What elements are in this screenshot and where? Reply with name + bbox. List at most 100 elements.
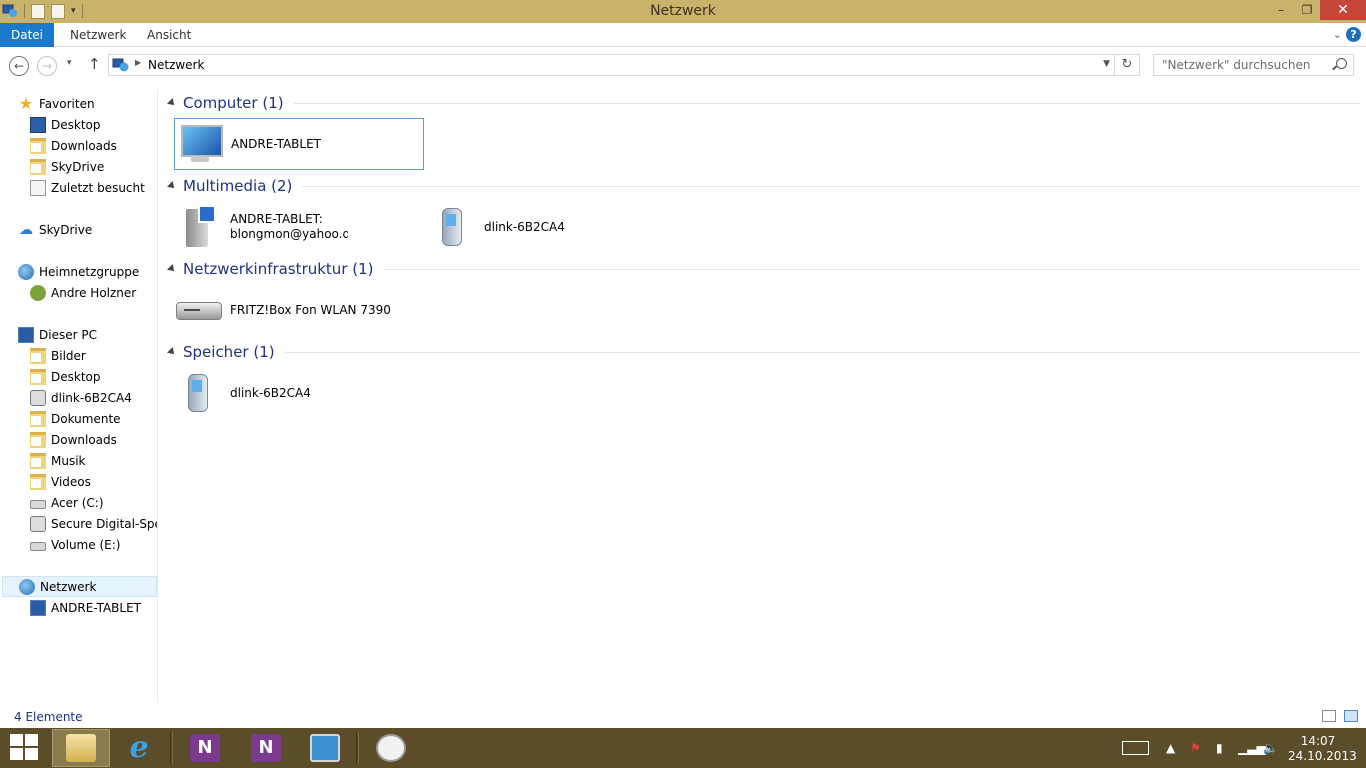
help-icon[interactable]: ? [1346, 27, 1361, 42]
sidebar-item-recent[interactable]: Zuletzt besucht [30, 177, 157, 198]
navigation-bar: ← → ▾ ↑ ▶ Netzwerk ▼ ↻ [0, 48, 1366, 82]
network-device-icon [30, 389, 46, 406]
sidebar-item-videos[interactable]: Videos [30, 471, 157, 492]
windows-logo-icon [25, 734, 38, 746]
taskbar-file-explorer[interactable] [52, 729, 110, 767]
show-hidden-icons-icon[interactable]: ▲ [1166, 741, 1175, 755]
title-bar: ▾ Netzwerk – ❐ ✕ [0, 0, 1366, 23]
clock[interactable]: 14:07 24.10.2013 [1288, 734, 1357, 764]
address-bar[interactable]: ▶ Netzwerk ▼ [108, 54, 1115, 76]
search-input[interactable] [1154, 55, 1324, 75]
skydrive-folder-icon [30, 158, 46, 175]
details-view-icon[interactable] [1322, 710, 1336, 722]
sidebar-item-this-pc[interactable]: Dieser PC [18, 324, 158, 345]
group-divider [284, 351, 1360, 353]
collapse-group-icon[interactable] [167, 98, 177, 108]
search-box[interactable] [1153, 54, 1354, 76]
taskbar-clock-app[interactable] [362, 729, 420, 767]
taskbar-onenote-clipper[interactable]: N [176, 729, 234, 767]
windows-logo-icon [25, 748, 38, 760]
internet-explorer-icon: e [129, 730, 149, 765]
tab-network[interactable]: Netzwerk [58, 23, 138, 47]
taskbar-divider [170, 732, 173, 764]
breadcrumb-separator-icon[interactable]: ▶ [135, 58, 141, 67]
network-item-dlink-storage[interactable]: dlink-6B2CA4 [174, 367, 424, 419]
sidebar-item-favorites[interactable]: ★ Favoriten [18, 93, 158, 114]
back-button[interactable]: ← [9, 56, 29, 76]
sidebar-item-network[interactable]: Netzwerk [2, 576, 157, 597]
user-icon [30, 284, 46, 301]
sidebar-item-drive-c[interactable]: Acer (C:) [30, 492, 157, 513]
network-signal-icon[interactable]: ▁▃▅ [1238, 741, 1266, 755]
minimize-button[interactable]: – [1268, 0, 1294, 20]
media-server-icon [174, 203, 222, 251]
group-header-multimedia[interactable]: Multimedia (2) [166, 175, 1360, 197]
tab-view[interactable]: Ansicht [135, 23, 203, 47]
group-header-computer[interactable]: Computer (1) [166, 92, 1360, 114]
restore-button[interactable]: ❐ [1294, 0, 1320, 20]
recent-locations-dropdown-icon[interactable]: ▾ [67, 58, 72, 68]
sidebar-item-volume-e[interactable]: Volume (E:) [30, 534, 157, 555]
sidebar-item-downloads[interactable]: Downloads [30, 135, 157, 156]
tab-file[interactable]: Datei [0, 23, 54, 47]
close-button[interactable]: ✕ [1320, 0, 1366, 20]
computer-icon [175, 120, 223, 168]
taskbar-onenote[interactable]: N [237, 729, 295, 767]
taskbar-control-panel[interactable] [296, 729, 354, 767]
forward-button[interactable]: → [37, 56, 57, 76]
pictures-folder-icon [30, 347, 46, 364]
sidebar-item-desktop[interactable]: Desktop [30, 114, 157, 135]
network-item-andre-tablet[interactable]: ANDRE-TABLET [174, 118, 424, 170]
router-icon [174, 286, 222, 334]
collapse-group-icon[interactable] [167, 264, 177, 274]
up-button[interactable]: ↑ [88, 55, 101, 73]
breadcrumb[interactable]: Netzwerk [148, 58, 204, 72]
computer-icon [18, 326, 34, 343]
sidebar-item-documents[interactable]: Dokumente [30, 408, 157, 429]
homegroup-icon [18, 263, 34, 280]
status-bar: 4 Elemente [0, 706, 1366, 728]
address-dropdown-icon[interactable]: ▼ [1103, 59, 1110, 69]
collapse-group-icon[interactable] [167, 181, 177, 191]
battery-icon[interactable]: ▮ [1216, 741, 1223, 755]
storage-device-icon [174, 369, 222, 417]
sidebar-item-homegroup[interactable]: Heimnetzgruppe [18, 261, 158, 282]
sidebar-item-dlink[interactable]: dlink-6B2CA4 [30, 387, 157, 408]
start-button[interactable] [10, 734, 40, 762]
control-panel-icon [310, 734, 340, 762]
group-header-storage[interactable]: Speicher (1) [166, 341, 1360, 363]
sidebar-item-pictures[interactable]: Bilder [30, 345, 157, 366]
computer-icon [30, 599, 46, 616]
collapse-group-icon[interactable] [167, 347, 177, 357]
touch-keyboard-icon[interactable] [1122, 741, 1149, 755]
large-icons-view-icon[interactable] [1344, 710, 1358, 722]
star-icon: ★ [18, 93, 34, 113]
action-center-icon[interactable]: ⚑ [1190, 741, 1201, 755]
sidebar-item-andre-holzner[interactable]: Andre Holzner [30, 282, 157, 303]
sidebar-item-skydrive-favorite[interactable]: SkyDrive [30, 156, 157, 177]
group-divider [383, 268, 1360, 270]
sidebar-item-music[interactable]: Musik [30, 450, 157, 471]
content-area: Computer (1) ANDRE-TABLET Multimedia (2)… [166, 90, 1366, 702]
downloads-folder-icon [30, 137, 46, 154]
search-icon[interactable] [1336, 58, 1347, 69]
sidebar-item-sd-card[interactable]: Secure Digital-Speicher [30, 513, 157, 534]
media-item-label: ANDRE-TABLET: blongmon@yahoo.de: [230, 212, 348, 241]
sidebar-item-desktop-pc[interactable]: Desktop [30, 366, 157, 387]
sidebar-item-downloads-pc[interactable]: Downloads [30, 429, 157, 450]
network-item-fritzbox[interactable]: FRITZ!Box Fon WLAN 7390 [174, 284, 424, 336]
group-divider [302, 185, 1360, 187]
sd-card-icon [30, 515, 46, 532]
cloud-icon: ☁ [19, 221, 33, 238]
sidebar-item-andre-tablet[interactable]: ANDRE-TABLET [30, 597, 157, 618]
volume-icon[interactable]: 🔈 [1263, 741, 1278, 755]
network-item-andre-tablet-media[interactable]: ANDRE-TABLET: blongmon@yahoo.de: [174, 201, 424, 253]
expand-ribbon-icon[interactable]: ⌄ [1333, 28, 1342, 41]
onenote-icon: N [251, 734, 281, 762]
windows-logo-icon [10, 748, 23, 760]
sidebar-item-skydrive[interactable]: ☁ SkyDrive [18, 219, 158, 240]
refresh-button[interactable]: ↻ [1115, 54, 1140, 76]
group-header-infrastructure[interactable]: Netzwerkinfrastruktur (1) [166, 258, 1360, 280]
network-item-dlink-media[interactable]: dlink-6B2CA4 [428, 201, 678, 253]
taskbar-internet-explorer[interactable]: e [110, 729, 168, 767]
